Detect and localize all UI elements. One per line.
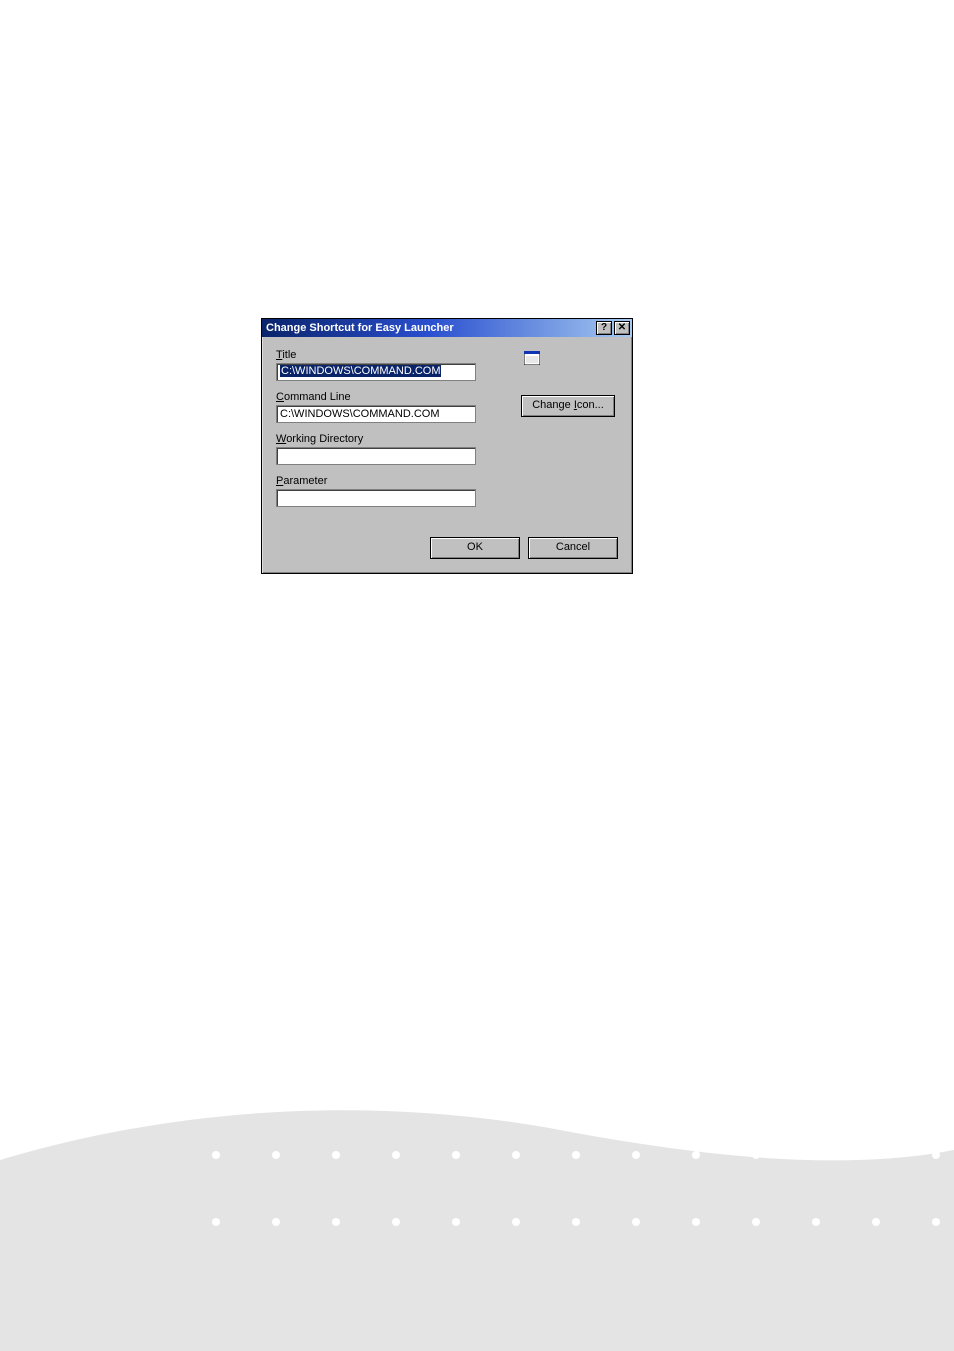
close-icon: ✕ [618, 323, 626, 333]
working-directory-label: Working Directory [276, 433, 618, 445]
title-label: Title [276, 349, 618, 361]
command-line-input[interactable] [276, 405, 476, 423]
working-directory-row: Working Directory [276, 433, 618, 465]
change-shortcut-dialog: Change Shortcut for Easy Launcher ? ✕ Ti… [261, 318, 633, 574]
help-button[interactable]: ? [596, 321, 612, 335]
dialog-footer: OK Cancel [430, 537, 618, 559]
ok-button[interactable]: OK [430, 537, 520, 559]
close-button[interactable]: ✕ [614, 321, 630, 335]
change-icon-button[interactable]: Change Icon... [521, 395, 615, 417]
help-icon: ? [601, 323, 607, 333]
page-background [0, 0, 954, 1351]
shortcut-icon-preview [524, 351, 540, 365]
parameter-row: Parameter [276, 475, 618, 507]
parameter-label: Parameter [276, 475, 618, 487]
dialog-body: Title C:\WINDOWS\COMMAND.COM Command Lin… [262, 337, 632, 573]
cancel-button[interactable]: Cancel [528, 537, 618, 559]
dialog-title: Change Shortcut for Easy Launcher [266, 322, 594, 334]
title-input[interactable]: C:\WINDOWS\COMMAND.COM [276, 363, 476, 381]
titlebar[interactable]: Change Shortcut for Easy Launcher ? ✕ [262, 319, 632, 337]
working-directory-input[interactable] [276, 447, 476, 465]
title-row: Title C:\WINDOWS\COMMAND.COM [276, 349, 618, 381]
parameter-input[interactable] [276, 489, 476, 507]
